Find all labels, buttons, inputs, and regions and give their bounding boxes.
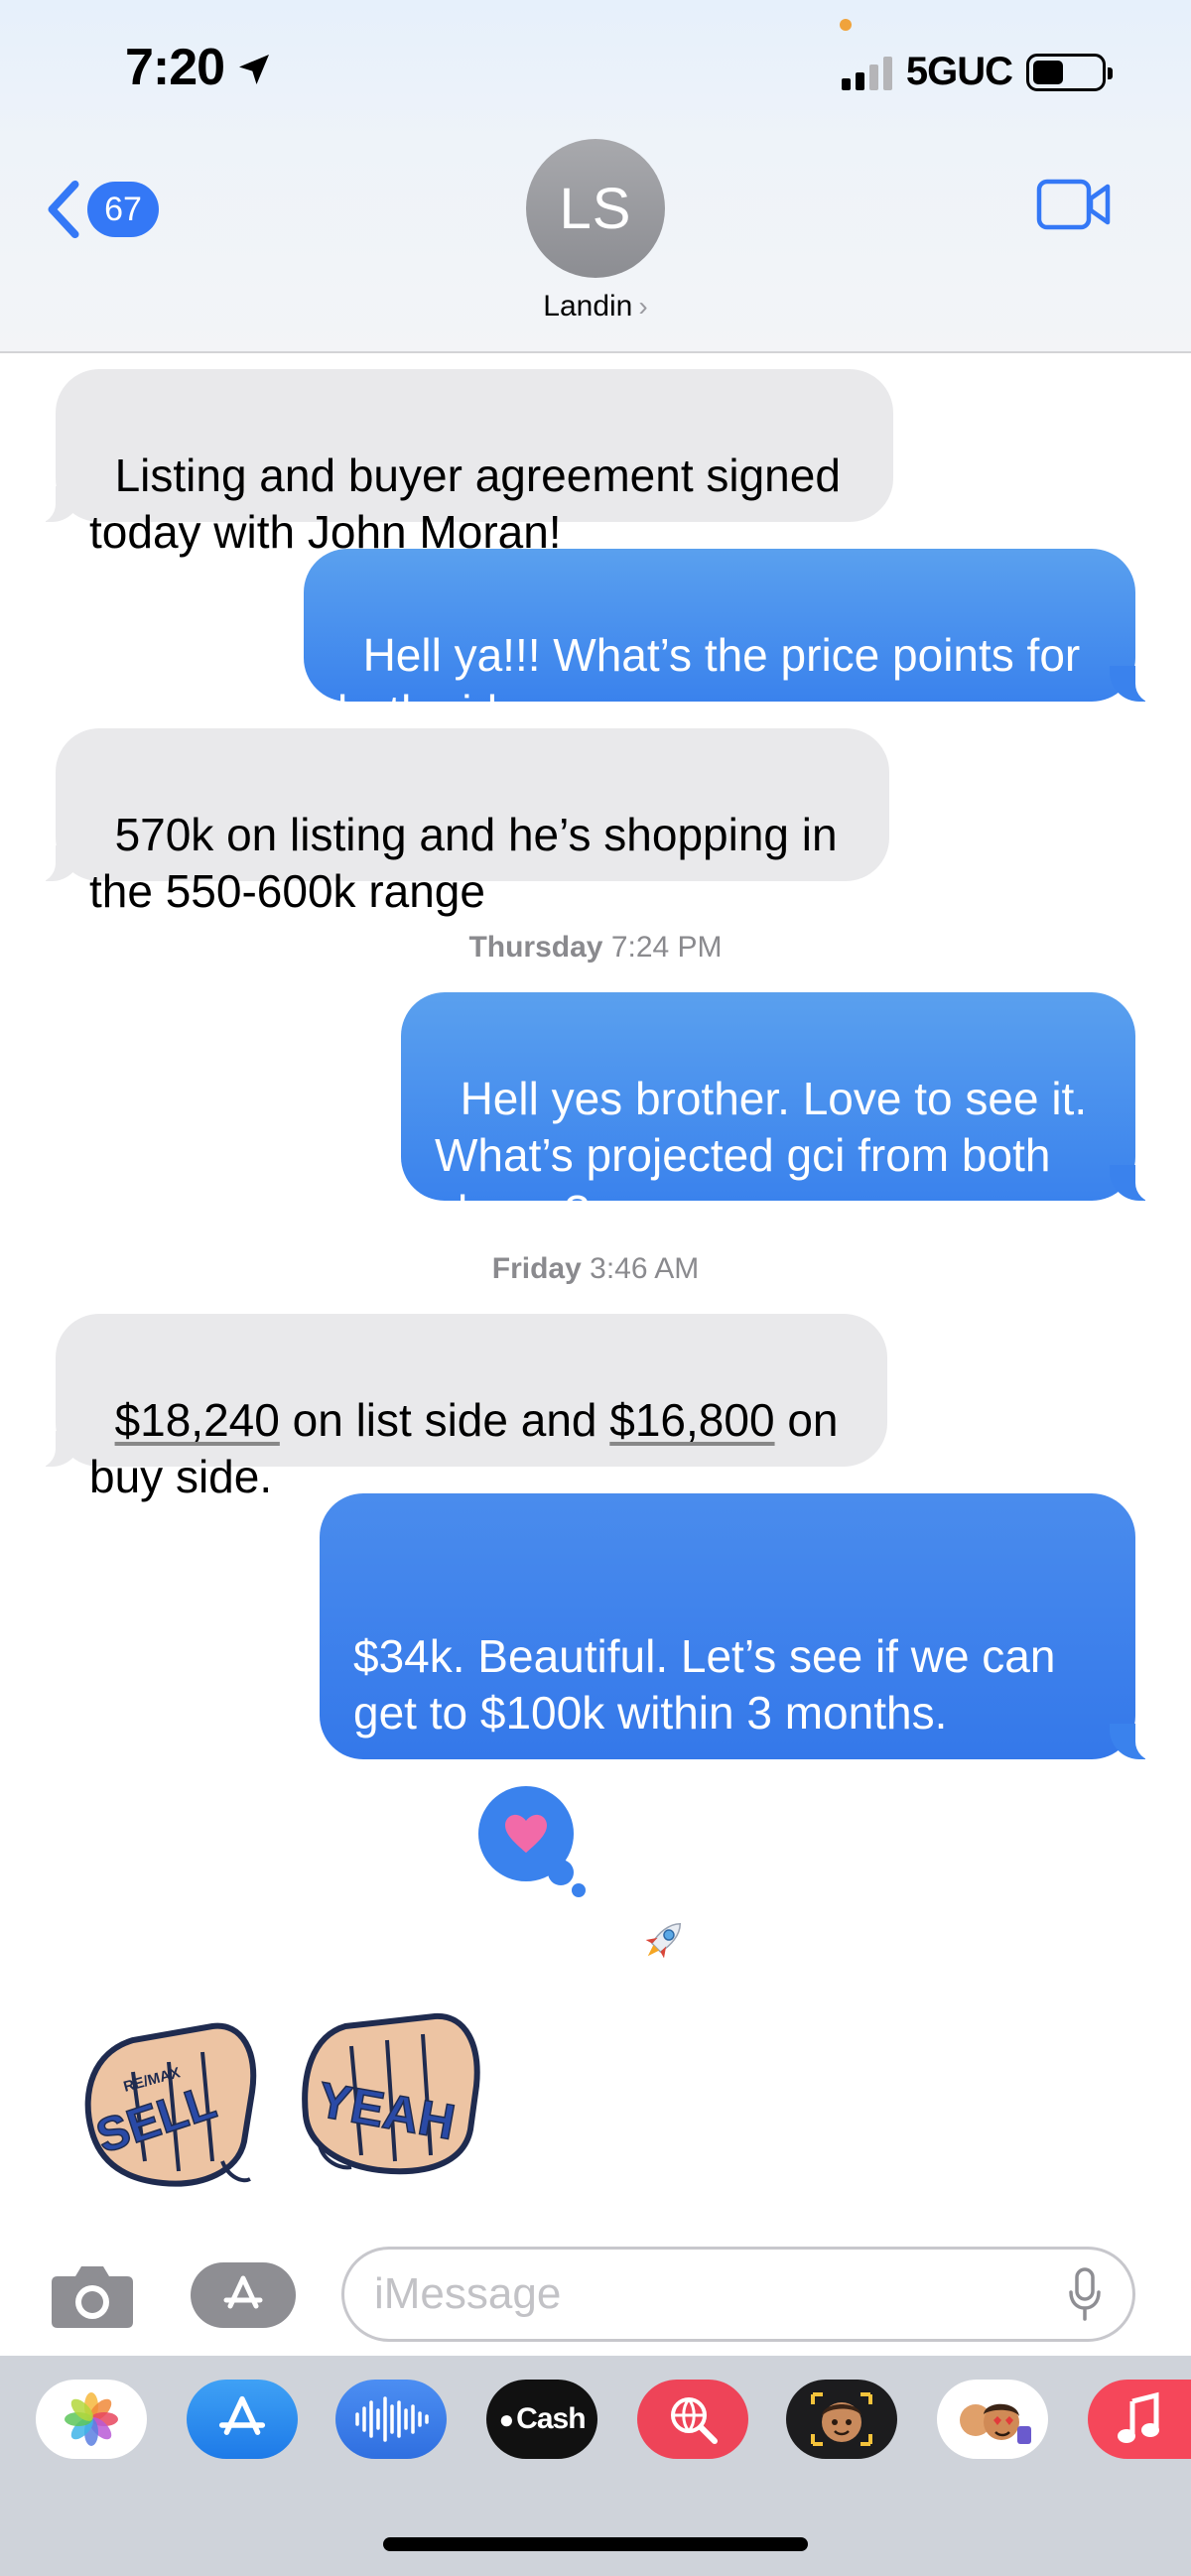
message-text: on list side and bbox=[279, 1394, 610, 1446]
network-type: 5GUC bbox=[905, 50, 1013, 93]
apple-cash-app-button[interactable]: ● Cash bbox=[486, 2380, 597, 2459]
message-incoming[interactable]: 570k on listing and he’s shopping in the… bbox=[32, 728, 889, 917]
detected-amount-link[interactable]: $18,240 bbox=[115, 1394, 280, 1446]
status-time-text: 7:20 bbox=[125, 39, 225, 96]
fist-sticker-image: YEAH bbox=[302, 2012, 480, 2175]
status-indicators: 5GUC bbox=[841, 50, 1113, 94]
heart-icon bbox=[505, 1814, 547, 1854]
sticker-sell-fist[interactable]: RE/MAX SELL bbox=[73, 2012, 262, 2196]
cellular-signal-icon bbox=[841, 55, 892, 90]
apple-logo-icon: ● bbox=[498, 2403, 515, 2434]
conversation-header: 7:20 5GUC 67 LS Landin › bbox=[0, 0, 1191, 353]
image-search-app-button[interactable] bbox=[637, 2380, 748, 2459]
message-incoming[interactable]: Listing and buyer agreement signed today… bbox=[32, 369, 893, 558]
contact-name-button[interactable]: Landin › bbox=[0, 290, 1191, 323]
memoji-stickers-app-button[interactable] bbox=[937, 2380, 1048, 2459]
message-text: Hell ya!!! What’s the price points for b… bbox=[337, 629, 1094, 737]
timestamp-day: Thursday bbox=[468, 931, 603, 964]
memoji-app-button[interactable] bbox=[786, 2380, 897, 2459]
contact-avatar[interactable]: LS bbox=[526, 139, 665, 278]
message-outgoing[interactable]: $34k. Beautiful. Let’s see if we can get… bbox=[320, 1493, 1159, 1965]
imessage-input-container[interactable] bbox=[341, 2247, 1135, 2342]
avatar-initials: LS bbox=[559, 176, 632, 241]
status-time: 7:20 bbox=[125, 38, 274, 97]
privacy-indicator-dot bbox=[840, 19, 852, 31]
timestamp-time: 7:24 PM bbox=[610, 931, 723, 964]
detected-amount-link[interactable]: $16,800 bbox=[609, 1394, 774, 1446]
rocket-emoji-icon bbox=[645, 1922, 681, 1958]
back-button[interactable]: 67 bbox=[44, 179, 159, 240]
globe-search-icon bbox=[671, 2397, 718, 2444]
app-store-icon bbox=[218, 2395, 266, 2435]
message-outgoing[interactable]: Hell yes brother. Love to see it. What’s… bbox=[401, 992, 1159, 1237]
camera-icon bbox=[52, 2266, 133, 2328]
camera-button[interactable] bbox=[50, 2260, 135, 2335]
imessage-input[interactable] bbox=[374, 2269, 1067, 2319]
battery-icon bbox=[1026, 53, 1113, 91]
home-indicator[interactable] bbox=[383, 2537, 808, 2551]
sticker-yeah-fist[interactable]: YEAH bbox=[296, 2006, 484, 2184]
photos-app-button[interactable] bbox=[36, 2380, 147, 2459]
fist-sticker-image: RE/MAX SELL bbox=[84, 2022, 257, 2187]
message-text: 570k on listing and he’s shopping in the… bbox=[89, 809, 851, 917]
app-store-app-button[interactable] bbox=[187, 2380, 298, 2459]
heart-tapback-reaction[interactable] bbox=[478, 1786, 586, 1897]
memoji-stickers-icon bbox=[960, 2403, 1031, 2444]
apps-button[interactable] bbox=[191, 2262, 296, 2328]
unread-count-badge: 67 bbox=[87, 182, 159, 237]
apple-cash-label: Cash bbox=[516, 2402, 586, 2435]
music-app-button[interactable] bbox=[1088, 2380, 1191, 2459]
chevron-left-icon bbox=[48, 180, 79, 239]
timestamp: Thursday 7:24 PM bbox=[0, 931, 1191, 965]
photos-icon bbox=[65, 2392, 118, 2446]
timestamp-day: Friday bbox=[491, 1252, 582, 1285]
audio-message-app-button[interactable] bbox=[335, 2380, 447, 2459]
microphone-icon[interactable] bbox=[1067, 2266, 1103, 2322]
video-camera-icon bbox=[1036, 179, 1111, 230]
message-text: Time to scale bbox=[353, 1913, 623, 1965]
message-outgoing[interactable]: Hell ya!!! What’s the price points for b… bbox=[304, 549, 1159, 737]
app-store-icon bbox=[223, 2275, 263, 2309]
music-note-icon bbox=[1118, 2391, 1159, 2443]
timestamp: Friday 3:46 AM bbox=[0, 1252, 1191, 1286]
message-text: Hell yes brother. Love to see it. What’s… bbox=[435, 1073, 1100, 1237]
contact-name: Landin bbox=[543, 290, 633, 322]
timestamp-time: 3:46 AM bbox=[590, 1252, 700, 1285]
message-text: Listing and buyer agreement signed today… bbox=[89, 450, 854, 558]
chevron-right-icon: › bbox=[638, 291, 648, 322]
memoji-face-icon bbox=[811, 2392, 872, 2446]
waveform-icon bbox=[355, 2396, 429, 2442]
message-text: $34k. Beautiful. Let’s see if we can get… bbox=[353, 1630, 1069, 1739]
facetime-video-button[interactable] bbox=[1036, 179, 1112, 235]
message-incoming[interactable]: $18,240 on list side and $16,800 on buy … bbox=[32, 1314, 887, 1502]
location-arrow-icon bbox=[239, 55, 270, 84]
